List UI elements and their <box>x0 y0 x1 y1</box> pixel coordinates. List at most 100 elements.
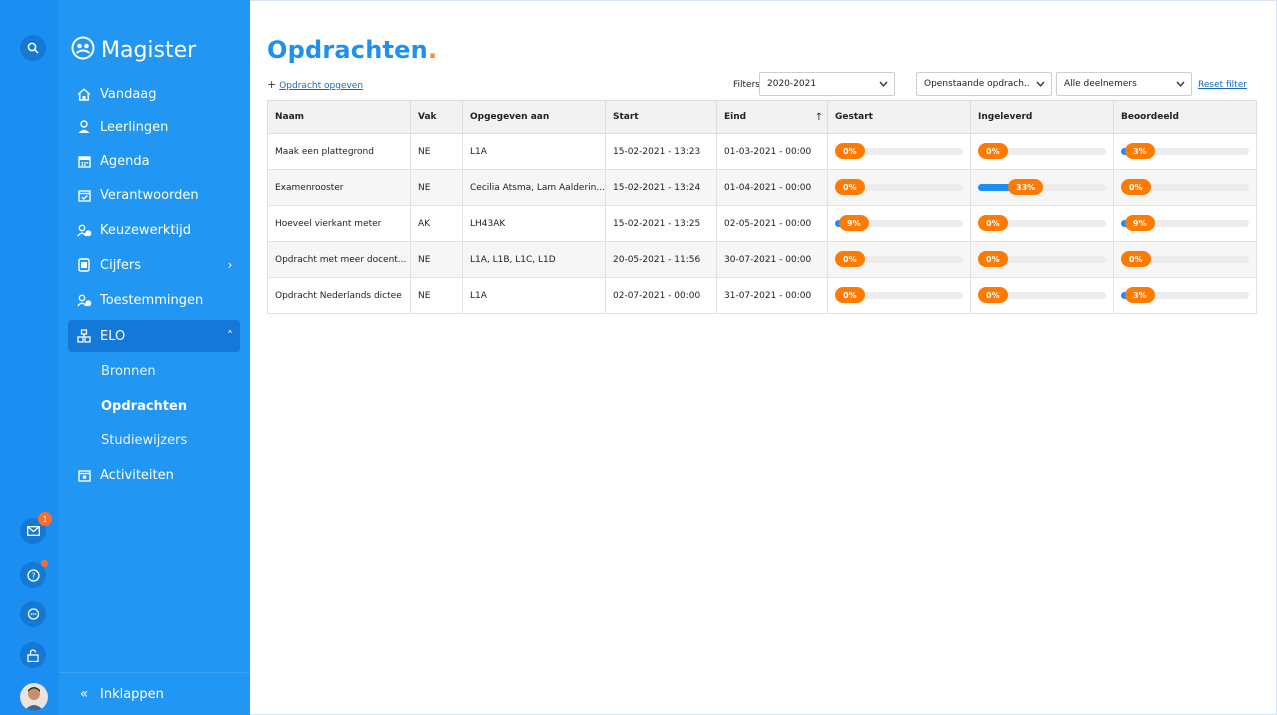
column-header-ingeleverd[interactable]: Ingeleverd <box>970 100 1114 134</box>
table-row[interactable]: Hoeveel vierkant meter AK LH43AK 15-02-2021… <box>267 205 1257 242</box>
home-icon <box>68 87 100 101</box>
column-header-vak[interactable]: Vak <box>410 100 463 134</box>
cell-gestart: 9% <box>827 205 971 242</box>
gestart-progress-bar: 0% <box>835 251 963 267</box>
cell-gestart: 0% <box>827 169 971 206</box>
status-filter-select[interactable]: Openstaande opdrach... <box>916 72 1052 96</box>
cell-ingeleverd: 33% <box>970 169 1114 206</box>
beoordeeld-progress-bar: 0% <box>1121 179 1249 195</box>
mail-icon[interactable]: 1 <box>20 512 52 544</box>
cell-gestart: 0% <box>827 133 971 170</box>
sidebar-item-elo[interactable]: ELO ˄ <box>68 320 240 352</box>
cell-ingeleverd: 0% <box>970 205 1114 242</box>
beoordeeld-progress-bar: 9% <box>1121 215 1249 231</box>
column-header-start[interactable]: Start <box>605 100 717 134</box>
cell-start: 15-02-2021 - 13:23 <box>605 133 717 170</box>
assignments-table: Naam Vak Opgegeven aan Start Eind ↑ Gesta… <box>267 100 1257 314</box>
progress-percentage-pill: 0% <box>978 251 1008 267</box>
grades-icon <box>68 258 100 272</box>
chevron-down-icon <box>1169 81 1191 87</box>
progress-percentage-pill: 0% <box>835 251 865 267</box>
sidebar-subitem-bronnen[interactable]: Bronnen <box>101 357 156 385</box>
table-row[interactable]: Examenrooster NE Cecilia Atsma, Lam Aalder… <box>267 169 1257 206</box>
brand-name: Magister <box>101 37 197 63</box>
cell-naam: Opdracht Nederlands dictee <box>267 277 411 314</box>
mail-badge: 1 <box>38 512 52 526</box>
sidebar-item-toestemmingen[interactable]: Toestemmingen <box>68 284 240 316</box>
chevron-down-icon <box>1029 81 1051 87</box>
cell-vak: NE <box>410 133 463 170</box>
sidebar-item-label: Cijfers <box>100 257 141 273</box>
progress-percentage-pill: 0% <box>978 143 1008 159</box>
table-row[interactable]: Maak een plattegrond NE L1A 15-02-2021 - 13… <box>267 133 1257 170</box>
progress-percentage-pill: 0% <box>835 179 865 195</box>
sidebar-item-label: Leerlingen <box>100 119 169 135</box>
progress-percentage-pill: 3% <box>1125 287 1155 303</box>
double-chevron-left-icon: « <box>79 686 89 702</box>
brand[interactable]: Magister <box>71 36 196 64</box>
cell-naam: Maak een plattegrond <box>267 133 411 170</box>
sidebar-subitem-opdrachten[interactable]: Opdrachten <box>101 392 187 420</box>
progress-percentage-pill: 3% <box>1125 143 1155 159</box>
ingeleverd-progress-bar: 33% <box>978 179 1106 195</box>
icon-rail: 1 ? <box>0 0 59 715</box>
progress-percentage-pill: 0% <box>978 215 1008 231</box>
svg-text:?: ? <box>31 571 35 580</box>
cell-start: 15-02-2021 - 13:25 <box>605 205 717 242</box>
gestart-progress-bar: 0% <box>835 287 963 303</box>
cell-eind: 01-04-2021 - 00:00 <box>716 169 828 206</box>
sidebar-item-cijfers[interactable]: Cijfers › <box>68 249 240 281</box>
collapse-button[interactable]: « Inklappen <box>59 672 250 715</box>
chevron-right-icon: › <box>227 258 233 272</box>
sidebar-item-vandaag[interactable]: Vandaag <box>68 78 240 110</box>
sidebar-item-verantwoorden[interactable]: Verantwoorden <box>68 179 240 211</box>
column-header-beoordeeld[interactable]: Beoordeeld <box>1113 100 1257 134</box>
unlock-icon[interactable] <box>20 642 46 668</box>
page-title: Opdrachten. <box>267 36 438 64</box>
cell-beoordeeld: 9% <box>1113 205 1257 242</box>
help-icon[interactable]: ? <box>20 560 48 588</box>
sidebar-item-label: Agenda <box>100 153 150 169</box>
sidebar-item-activiteiten[interactable]: Activiteiten <box>68 459 240 491</box>
cell-eind: 31-07-2021 - 00:00 <box>716 277 828 314</box>
students-icon <box>68 120 100 134</box>
cell-start: 15-02-2021 - 13:24 <box>605 169 717 206</box>
sidebar-item-agenda[interactable]: Agenda <box>68 145 240 177</box>
participants-filter-select[interactable]: Alle deelnemers <box>1056 72 1192 96</box>
progress-percentage-pill: 0% <box>978 287 1008 303</box>
add-assignment-link[interactable]: + Opdracht opgeven <box>267 78 363 91</box>
sidebar-subitem-studiewijzers[interactable]: Studiewijzers <box>101 426 187 454</box>
sidebar-item-leerlingen[interactable]: Leerlingen <box>68 111 240 143</box>
cell-eind: 02-05-2021 - 00:00 <box>716 205 828 242</box>
search-icon[interactable] <box>20 35 46 61</box>
table-row[interactable]: Opdracht met meer docent... NE L1A, L1B, L… <box>267 241 1257 278</box>
sidebar-item-label: Toestemmingen <box>100 292 204 308</box>
progress-percentage-pill: 0% <box>1121 179 1151 195</box>
reset-filter-link[interactable]: Reset filter <box>1198 80 1247 90</box>
progress-percentage-pill: 0% <box>835 143 865 159</box>
column-header-gestart[interactable]: Gestart <box>827 100 971 134</box>
column-header-naam[interactable]: Naam <box>267 100 411 134</box>
chat-icon[interactable] <box>20 601 46 627</box>
cell-ingeleverd: 0% <box>970 277 1114 314</box>
table-row[interactable]: Opdracht Nederlands dictee NE L1A 02-07-202… <box>267 277 1257 314</box>
cell-gestart: 0% <box>827 277 971 314</box>
calendar-star-icon <box>68 469 100 482</box>
user-permission-icon <box>68 294 100 307</box>
magister-logo-icon <box>71 36 95 64</box>
column-header-eind[interactable]: Eind ↑ <box>716 100 828 134</box>
user-avatar[interactable] <box>20 683 48 711</box>
sidebar-item-label: ELO <box>100 328 126 344</box>
cell-beoordeeld: 3% <box>1113 277 1257 314</box>
cell-gestart: 0% <box>827 241 971 278</box>
sidebar-item-keuzewerktijd[interactable]: Keuzewerktijd <box>68 214 240 246</box>
chevron-up-icon: ˄ <box>227 329 233 343</box>
cell-naam: Opdracht met meer docent... <box>267 241 411 278</box>
year-filter-select[interactable]: 2020-2021 <box>759 72 895 96</box>
progress-percentage-pill: 9% <box>839 215 869 231</box>
cell-vak: NE <box>410 241 463 278</box>
cell-vak: AK <box>410 205 463 242</box>
main-content: Opdrachten. + Opdracht opgeven Filters: 2… <box>250 0 1277 715</box>
column-header-opgegeven-aan[interactable]: Opgegeven aan <box>462 100 606 134</box>
progress-percentage-pill: 33% <box>1008 179 1044 195</box>
